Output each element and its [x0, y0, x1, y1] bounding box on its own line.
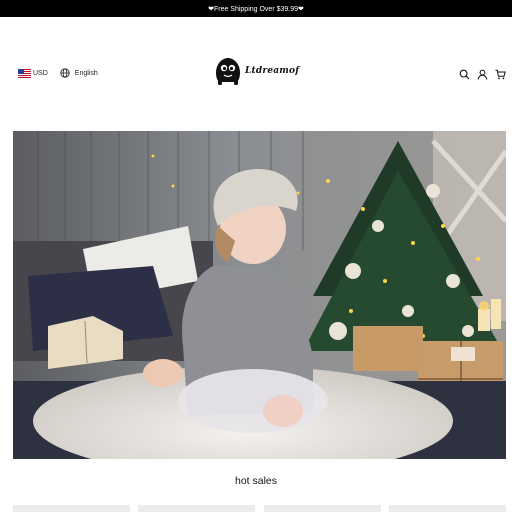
product-card[interactable] [388, 505, 506, 512]
search-icon[interactable] [459, 67, 470, 80]
logo-text: Ltdreamof [245, 66, 300, 76]
announcement-bar: ❤Free Shipping Over $39.99❤ [0, 0, 512, 17]
hot-sales-heading: hot sales [234, 475, 278, 487]
cart-icon[interactable] [495, 67, 506, 80]
announcement-text: ❤Free Shipping Over $39.99❤ [208, 5, 304, 13]
product-card[interactable] [138, 505, 256, 512]
globe-icon [60, 68, 70, 78]
hero-banner[interactable] [13, 131, 506, 459]
currency-label[interactable]: USD [33, 70, 48, 77]
product-grid [13, 505, 506, 512]
monster-logo-icon [216, 58, 240, 85]
product-card[interactable] [13, 505, 130, 512]
user-icon[interactable] [477, 67, 488, 80]
language-label[interactable]: English [75, 70, 98, 77]
product-card[interactable] [263, 505, 381, 512]
hero-image [13, 131, 506, 459]
site-header: USD English Ltdreamof [0, 17, 512, 131]
locale-selector[interactable]: USD English [18, 68, 98, 78]
us-flag-icon [18, 68, 31, 78]
header-actions [459, 67, 506, 80]
site-logo[interactable]: Ltdreamof [213, 56, 299, 86]
